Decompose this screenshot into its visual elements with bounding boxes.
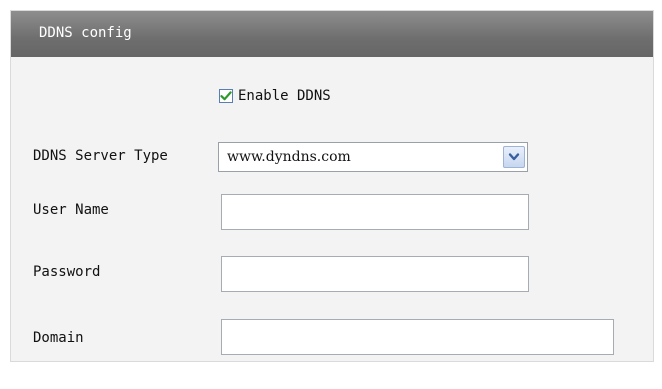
enable-ddns-label: Enable DDNS: [238, 88, 331, 104]
dropdown-button[interactable]: [503, 146, 525, 168]
ddns-server-type-label: DDNS Server Type: [33, 148, 168, 164]
ddns-config-panel: DDNS config Enable DDNS DDNS Server Type…: [10, 10, 654, 362]
user-name-label: User Name: [33, 202, 109, 218]
enable-ddns-checkbox[interactable]: [219, 89, 233, 103]
password-input[interactable]: [221, 256, 529, 292]
ddns-server-type-select[interactable]: www.dyndns.com: [218, 142, 528, 172]
chevron-down-icon: [508, 153, 520, 161]
panel-header: DDNS config: [11, 11, 653, 57]
ddns-server-type-value: www.dyndns.com: [227, 149, 351, 165]
password-label: Password: [33, 264, 101, 280]
user-name-input[interactable]: [221, 194, 529, 230]
domain-input[interactable]: [221, 319, 614, 355]
panel-title: DDNS config: [39, 25, 132, 41]
domain-label: Domain: [33, 330, 84, 346]
checkmark-icon: [220, 91, 232, 101]
